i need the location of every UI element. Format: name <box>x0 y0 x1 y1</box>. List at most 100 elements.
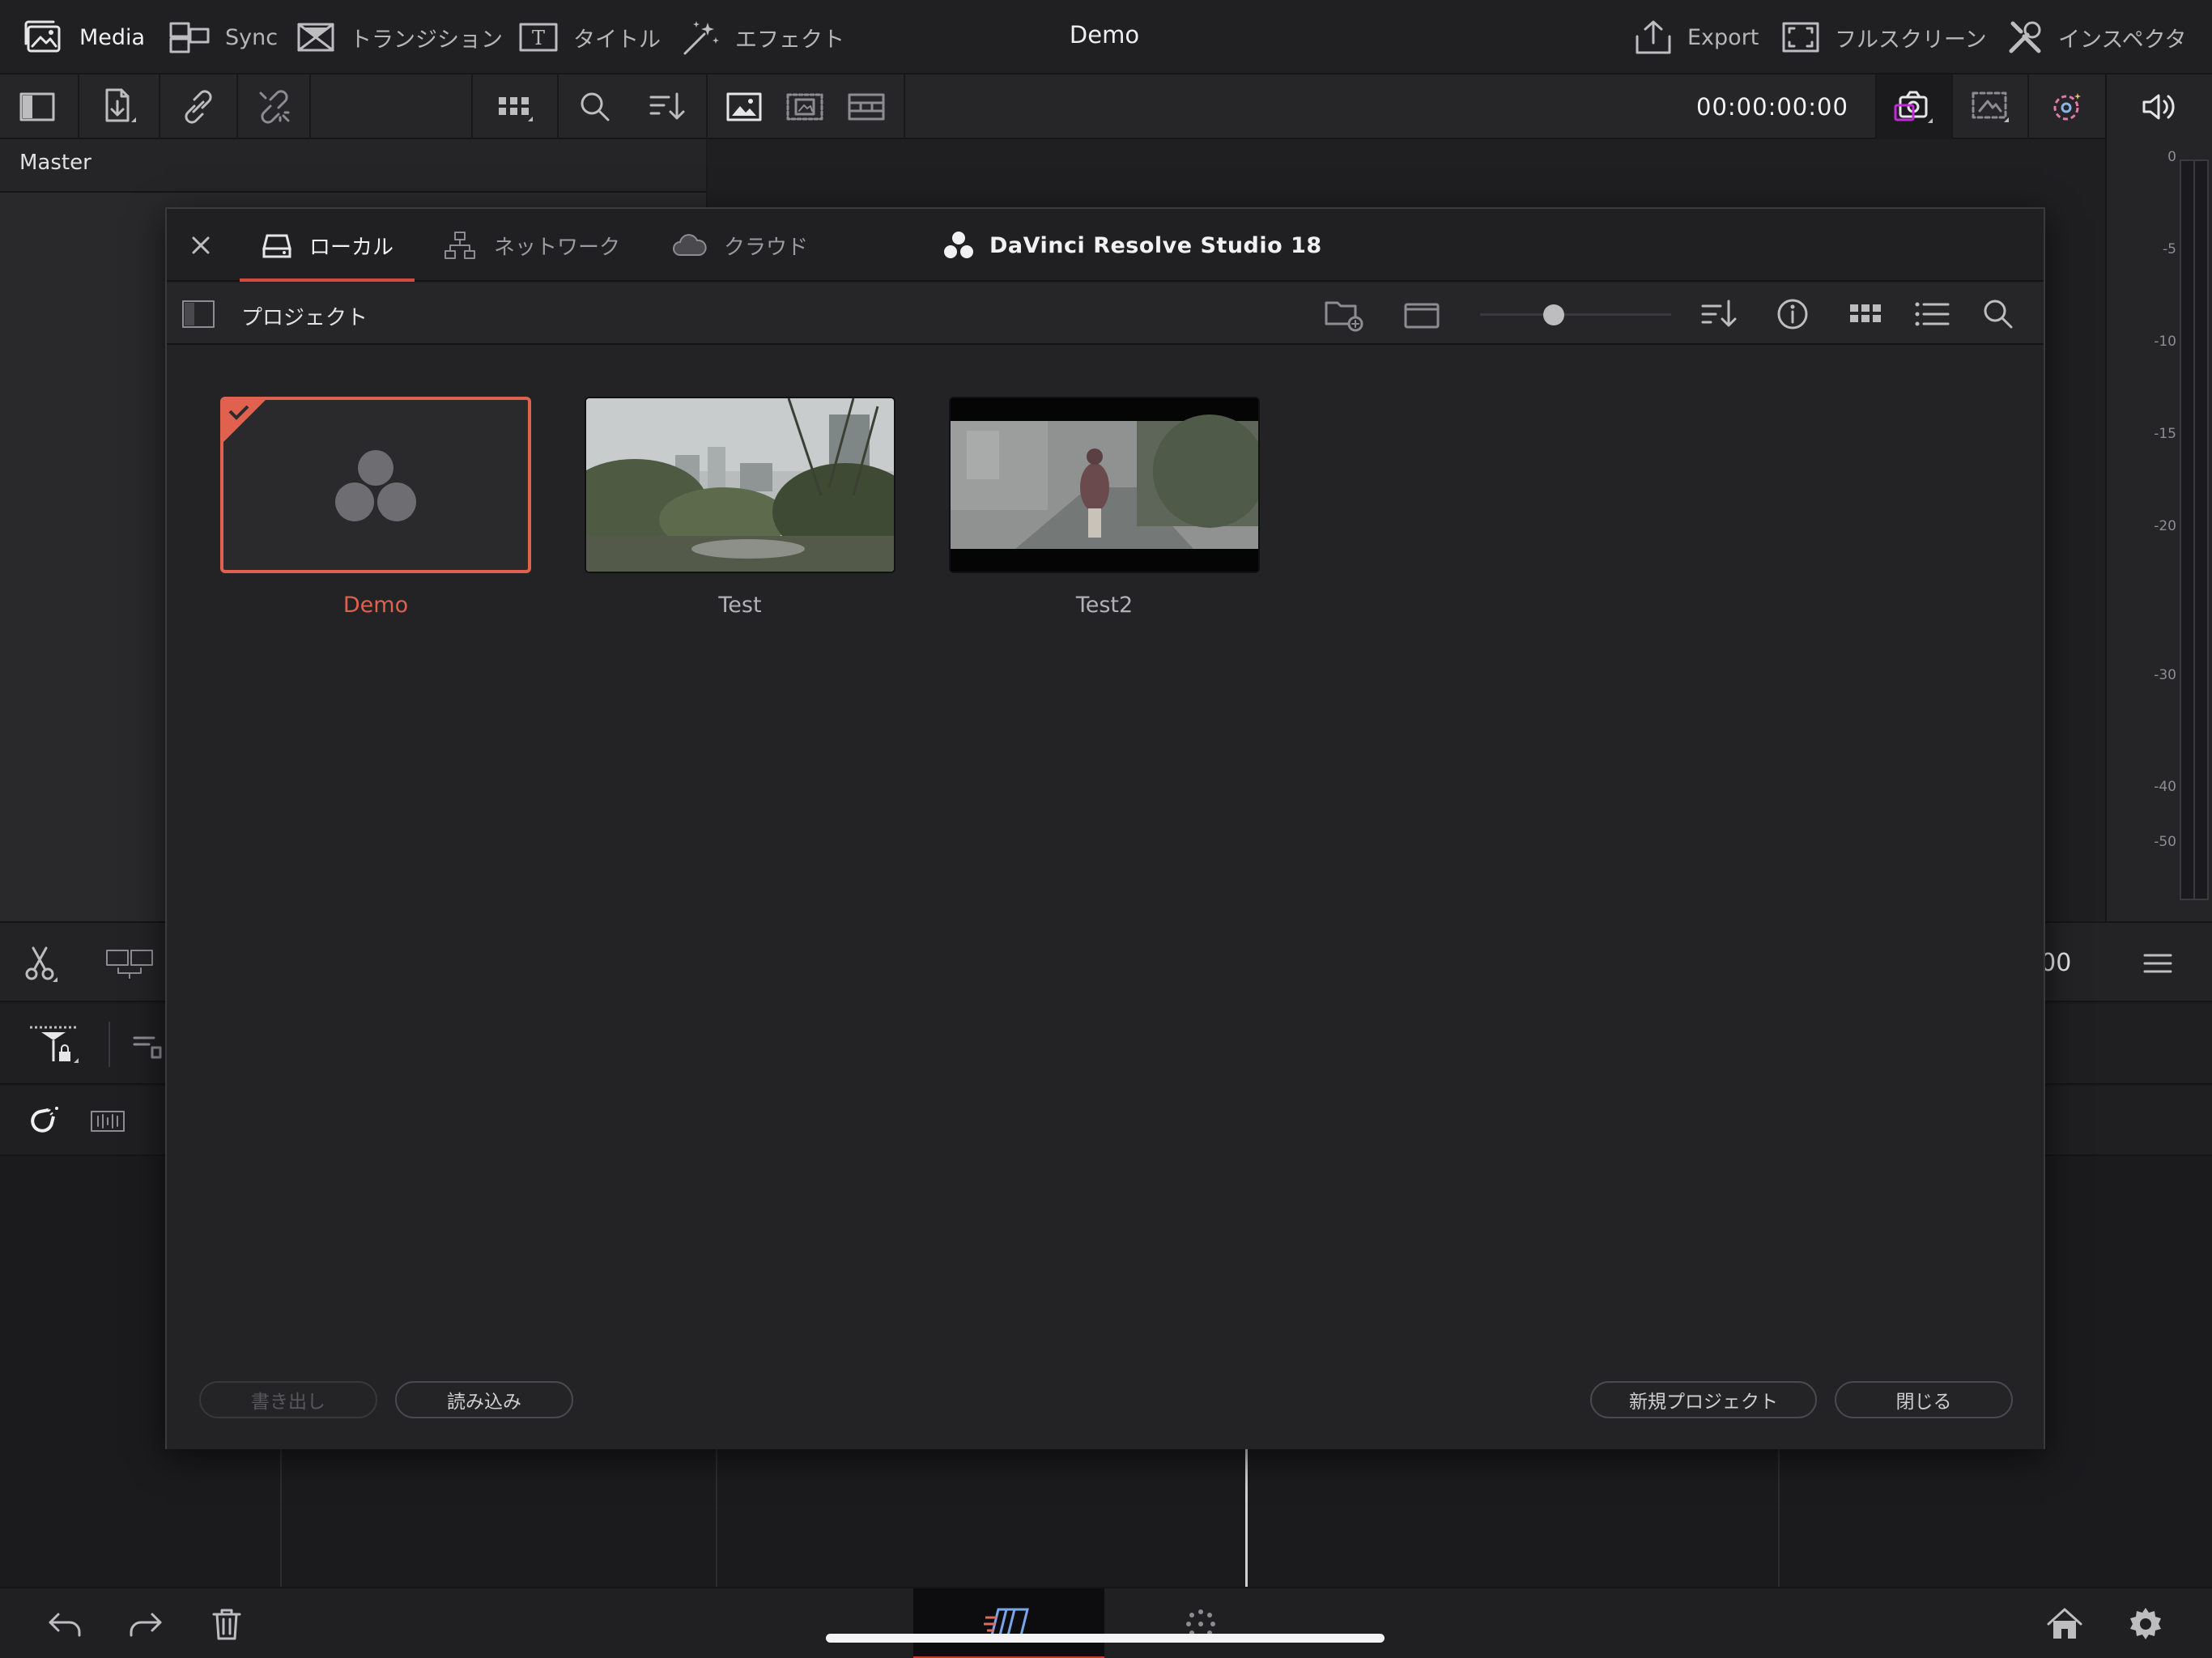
delete-button[interactable] <box>194 1588 259 1658</box>
project-thumbnail[interactable] <box>220 397 531 573</box>
import-media-button[interactable] <box>81 74 157 139</box>
meter-tick: -40 <box>2154 779 2176 795</box>
master-bin-label[interactable]: Master <box>19 151 91 175</box>
bottom-bar <box>0 1587 2212 1658</box>
grid-view-button[interactable] <box>1841 283 1890 345</box>
project-name: Demo <box>342 593 409 618</box>
blade-tool-button[interactable] <box>8 923 73 1004</box>
audio-scrub-button[interactable] <box>78 1086 138 1156</box>
inspector-icon <box>2006 19 2044 56</box>
menu-fullscreen[interactable]: フルスクリーン <box>1781 16 1987 58</box>
projects-grid: Demo Test Test2 <box>167 346 2044 1449</box>
redo-button[interactable] <box>113 1588 178 1658</box>
project-manager-dialog: ローカル ネットワーク クラウド DaVinci Resolve Studio … <box>165 207 2045 1449</box>
timeline-menu-button[interactable] <box>2121 923 2194 1004</box>
camera-icon <box>1892 87 1936 126</box>
search-button[interactable] <box>559 74 632 139</box>
settings-button[interactable] <box>2112 1588 2180 1658</box>
thumbnail-size-slider[interactable] <box>1480 313 1671 316</box>
audio-meter-panel: 0 -5 -10 -15 -20 -30 -40 -50 <box>2105 74 2212 921</box>
unlink-button[interactable] <box>240 74 309 139</box>
menu-label: タイトル <box>573 27 661 53</box>
search-icon <box>577 89 613 125</box>
new-folder-button[interactable] <box>1320 283 1368 345</box>
meter-tick: -30 <box>2154 667 2176 683</box>
menu-effects[interactable]: エフェクト <box>680 16 844 58</box>
close-dialog-button[interactable] <box>167 209 235 282</box>
project-info-button[interactable] <box>1768 283 1817 345</box>
home-indicator[interactable] <box>826 1634 1385 1643</box>
close-button[interactable]: 閉じる <box>1835 1381 2013 1418</box>
meter-tick: -50 <box>2154 834 2176 850</box>
sort-button[interactable] <box>632 74 704 139</box>
project-card-test2[interactable]: Test2 <box>949 397 1260 618</box>
viewer-filmstrip-button[interactable] <box>772 74 837 139</box>
overlay-icon <box>104 946 155 981</box>
project-thumbnail[interactable] <box>585 397 895 573</box>
sync-bin-icon <box>168 19 211 55</box>
track-height-button[interactable] <box>121 1004 170 1085</box>
main-toolbar: 00:00:00:00 <box>0 74 2105 139</box>
slider-thumb[interactable] <box>1543 304 1564 325</box>
edit-overlay-button[interactable] <box>97 923 162 1004</box>
transform-button[interactable] <box>1953 74 2027 139</box>
export-project-button[interactable]: 書き出し <box>199 1381 377 1418</box>
list-view-button[interactable] <box>1908 283 1956 345</box>
color-effects-button[interactable] <box>2029 74 2105 139</box>
toggle-bin-panel-button[interactable] <box>0 74 74 139</box>
search-projects-button[interactable] <box>1974 283 2023 345</box>
info-icon <box>1775 296 1810 332</box>
project-card-test[interactable]: Test <box>585 397 895 618</box>
magnet-icon <box>26 1103 62 1139</box>
menu-sync[interactable]: Sync <box>168 16 278 58</box>
menu-media[interactable]: Media <box>24 16 145 58</box>
project-name: Test <box>718 593 762 618</box>
menu-label: エフェクト <box>735 27 844 53</box>
home-button[interactable] <box>2031 1588 2099 1658</box>
project-name: Test2 <box>1075 593 1134 618</box>
bin-header: Master <box>0 139 706 193</box>
viewer-strip-button[interactable] <box>834 74 899 139</box>
sort-projects-button[interactable] <box>1695 283 1744 345</box>
snapping-button[interactable] <box>11 1086 76 1156</box>
viewer-image-button[interactable] <box>709 74 779 139</box>
trash-icon <box>211 1606 243 1642</box>
dynamic-folder-button[interactable] <box>1397 283 1446 345</box>
import-project-button[interactable]: 読み込み <box>395 1381 573 1418</box>
grid-view-icon <box>494 89 536 125</box>
resolve-logo-icon <box>942 230 975 261</box>
timeline-playhead[interactable] <box>1245 1449 1248 1587</box>
camera-button[interactable] <box>1877 74 1951 139</box>
track-lock-button[interactable] <box>19 1004 87 1085</box>
menu-inspector[interactable]: インスペクタ <box>2006 16 2187 58</box>
menu-title[interactable]: T タイトル <box>518 16 661 58</box>
relink-button[interactable] <box>162 74 235 139</box>
new-project-button[interactable]: 新規プロジェクト <box>1590 1381 1817 1418</box>
tab-cloud[interactable]: クラウド <box>670 209 808 282</box>
undo-button[interactable] <box>32 1588 97 1658</box>
project-title: Demo <box>1069 21 1140 49</box>
top-menu-bar: Media Sync トランジション T タイトル エフェクト Demo Exp… <box>0 0 2212 74</box>
waveform-icon <box>88 1105 127 1137</box>
search-icon <box>1980 296 2016 332</box>
hamburger-icon <box>2142 949 2174 978</box>
color-page-tab[interactable] <box>1166 1588 1236 1658</box>
menu-label: トランジション <box>350 27 503 53</box>
view-mode-button[interactable] <box>474 74 555 139</box>
project-thumbnail[interactable] <box>949 397 1260 573</box>
tab-local[interactable]: ローカル <box>240 209 415 282</box>
resolve-logo-icon <box>223 400 416 521</box>
title-icon: T <box>518 19 559 55</box>
project-card-demo[interactable]: Demo <box>220 397 531 618</box>
menu-transition[interactable]: トランジション <box>296 16 503 58</box>
new-folder-icon <box>1323 296 1365 332</box>
menu-export[interactable]: Export <box>1634 16 1759 58</box>
volume-button[interactable] <box>2107 74 2212 139</box>
grid-view-icon <box>1847 298 1884 330</box>
tab-network[interactable]: ネットワーク <box>442 209 620 282</box>
undo-icon <box>45 1608 84 1640</box>
audio-level-meter <box>2180 159 2209 900</box>
cut-page-tab[interactable] <box>913 1588 1104 1658</box>
toggle-folders-button[interactable] <box>178 283 219 345</box>
import-file-icon <box>99 87 139 127</box>
